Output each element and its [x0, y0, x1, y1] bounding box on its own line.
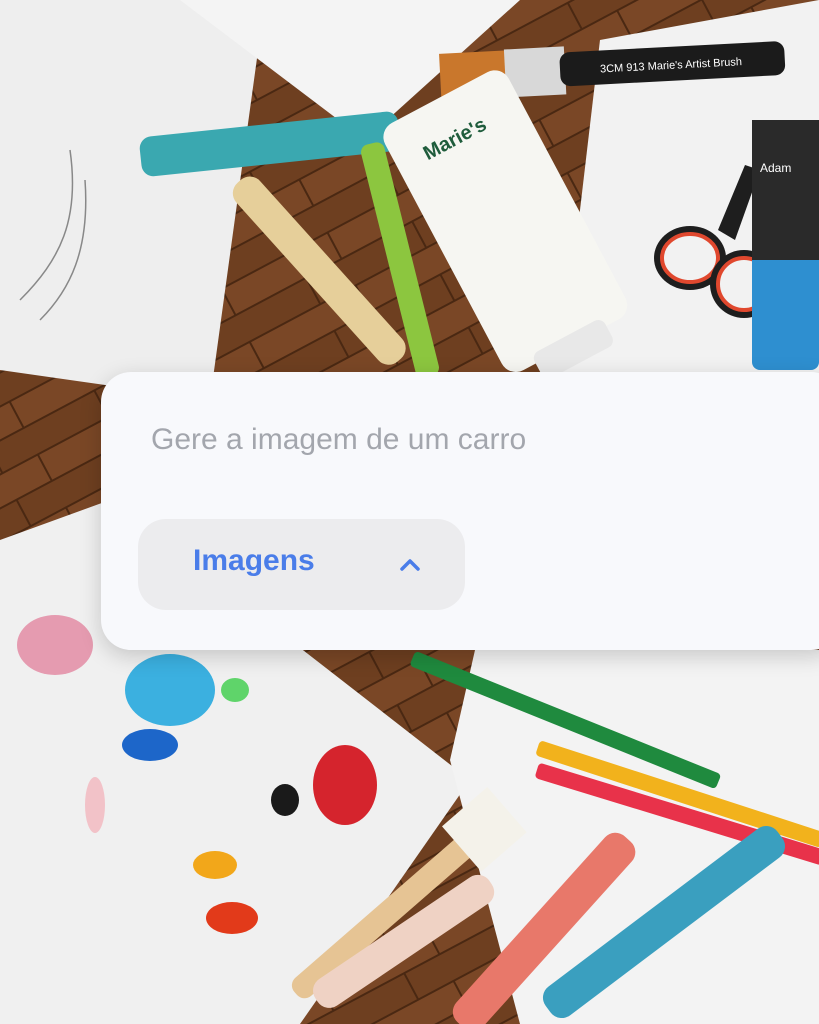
- prompt-input[interactable]: [151, 420, 751, 460]
- chevron-up-icon: [400, 559, 420, 571]
- prompt-card: Imagens: [101, 372, 819, 650]
- mode-selector-label: Imagens: [193, 544, 315, 577]
- mode-selector-button[interactable]: Imagens: [138, 519, 465, 610]
- svg-text:Adam: Adam: [760, 161, 791, 175]
